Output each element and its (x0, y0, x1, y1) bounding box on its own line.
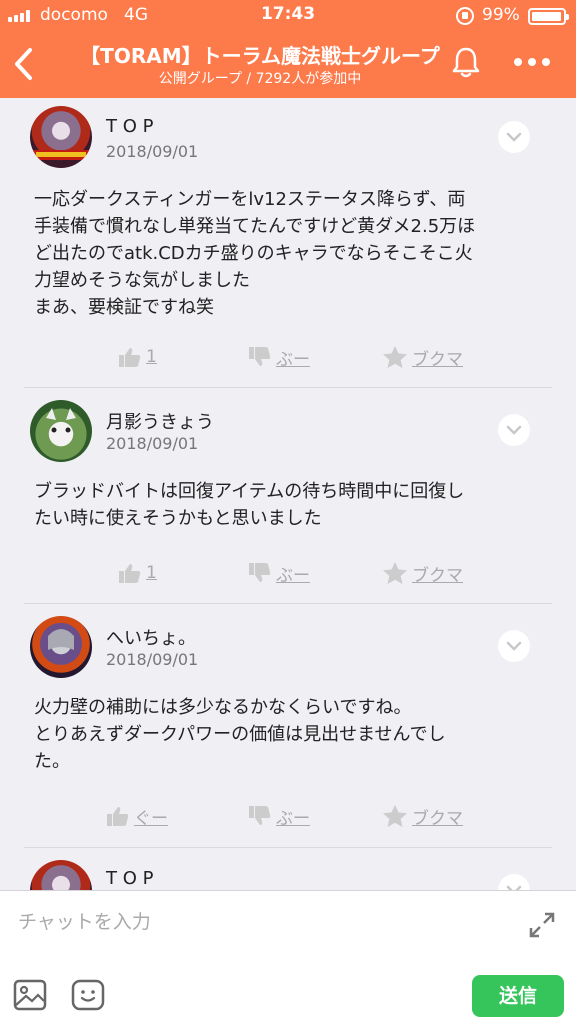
dislike-button[interactable]: ぶー (248, 558, 310, 588)
message-feed[interactable]: T O P 2018/09/01 一応ダークスティンガーをlv12ステータス降ら… (0, 98, 576, 890)
chevron-down-icon (506, 641, 522, 651)
bookmark-label: ブクマ (412, 349, 463, 370)
post-item: T O P 2018/09/01 一応ダークスティンガーをlv12ステータス降ら… (0, 98, 576, 388)
chat-input[interactable] (18, 905, 498, 939)
post-item: 月影うきょう 2018/09/01 ブラッドバイトは回復アイテムの待ち時間中に回… (0, 388, 576, 604)
bookmark-button[interactable]: ブクマ (382, 801, 463, 831)
dislike-button[interactable]: ぶー (248, 342, 310, 372)
chat-composer: 送信 (0, 890, 576, 1024)
dislike-label: ぶー (276, 808, 310, 829)
thumbs-down-icon (249, 806, 271, 825)
bookmark-button[interactable]: ブクマ (382, 558, 463, 588)
avatar-image (30, 150, 92, 160)
like-count: 1 (146, 347, 157, 367)
post-actions: ぐー ぶー ブクマ (0, 801, 576, 831)
group-subtitle: 公開グループ / 7292人が参加中 (158, 71, 362, 87)
post-options-button[interactable] (498, 874, 530, 890)
thumbs-up-icon (119, 564, 141, 583)
more-dot (542, 58, 550, 66)
post-actions: 1 ぶー ブクマ (0, 558, 576, 588)
thumbs-down-icon (249, 563, 271, 582)
bookmark-label: ブクマ (412, 808, 463, 829)
more-menu-button[interactable] (514, 54, 554, 70)
like-button[interactable]: 1 (118, 558, 157, 588)
more-dots-icon (514, 58, 522, 66)
post-date: 2018/09/01 (106, 142, 199, 161)
sticker-button[interactable] (70, 977, 106, 1013)
bookmark-button[interactable]: ブクマ (382, 342, 463, 372)
group-title: 【TORAM】トーラム魔法戦士グループ (80, 44, 440, 68)
expand-button[interactable] (526, 909, 558, 941)
avatar[interactable] (30, 106, 92, 168)
thumbs-up-icon (107, 807, 129, 826)
post-author[interactable]: 月影うきょう (106, 408, 214, 434)
notification-button[interactable] (448, 44, 484, 80)
thumbs-up-icon (119, 348, 141, 367)
avatar-image (46, 408, 76, 433)
bell-icon (452, 47, 480, 78)
star-icon (383, 805, 407, 827)
thumbs-down-icon (249, 347, 271, 366)
status-bar: docomo 4G 17:43 99% (0, 0, 576, 30)
image-icon (13, 979, 47, 1011)
post-author[interactable]: T O P (106, 868, 153, 889)
post-text: ブラッドバイトは回復アイテムの待ち時間中に回復し たい時に使えそうかもと思いまし… (34, 481, 465, 529)
post-author[interactable]: へいちょ。 (106, 624, 196, 650)
post-date: 2018/09/01 (106, 650, 199, 669)
bookmark-label: ブクマ (412, 565, 463, 586)
avatar-image (48, 629, 74, 650)
battery-percent: 99% (482, 5, 520, 25)
dislike-label: ぶー (276, 349, 310, 370)
post-item: T O P (0, 848, 576, 890)
avatar[interactable] (30, 616, 92, 678)
smiley-icon (71, 979, 105, 1011)
like-label: ぐー (134, 808, 168, 829)
avatar[interactable] (30, 860, 92, 890)
chevron-left-icon (15, 48, 32, 80)
post-options-button[interactable] (498, 414, 530, 446)
chevron-down-icon (506, 425, 522, 435)
battery-icon (528, 8, 569, 25)
post-actions: 1 ぶー ブクマ (0, 342, 576, 372)
post-author[interactable]: T O P (106, 116, 153, 137)
star-icon (383, 562, 407, 584)
avatar[interactable] (30, 400, 92, 462)
dislike-button[interactable]: ぶー (248, 801, 310, 831)
post-text: 一応ダークスティンガーをlv12ステータス降らず、両 手装備で慣れなし単発当てた… (34, 189, 476, 318)
chevron-down-icon (506, 132, 522, 142)
like-button[interactable]: 1 (118, 342, 157, 372)
dislike-label: ぶー (276, 565, 310, 586)
like-button[interactable]: ぐー (106, 801, 168, 831)
post-item: へいちょ。 2018/09/01 火力壁の補助には多少なるかなくらいですね。 と… (0, 604, 576, 848)
image-attach-button[interactable] (12, 977, 48, 1013)
expand-icon (529, 912, 555, 938)
app-header: docomo 4G 17:43 99% 【TORAM】トーラム魔法戦士グループ … (0, 0, 576, 98)
like-count: 1 (146, 563, 157, 583)
more-dot (528, 58, 536, 66)
back-button[interactable] (10, 44, 40, 84)
post-options-button[interactable] (498, 630, 530, 662)
post-date: 2018/09/01 (106, 434, 199, 453)
star-icon (383, 346, 407, 368)
post-text: 火力壁の補助には多少なるかなくらいですね。 とりあえずダークパワーの価値は見出せ… (34, 697, 446, 772)
rotation-lock-icon (456, 7, 474, 25)
send-button[interactable]: 送信 (472, 975, 564, 1017)
post-options-button[interactable] (498, 121, 530, 153)
